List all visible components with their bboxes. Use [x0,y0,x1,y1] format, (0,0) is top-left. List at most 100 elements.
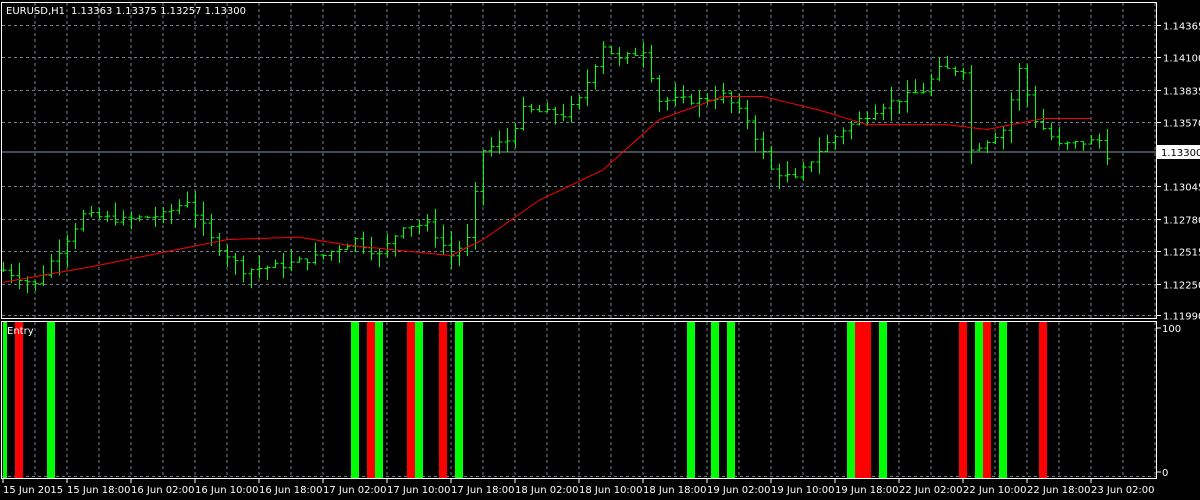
price-bar [872,104,879,120]
price-bar [352,237,359,253]
price-bars [0,41,1111,294]
price-bar [128,211,135,230]
price-bar [440,224,447,256]
price-bar [792,168,799,179]
price-bar [1032,85,1039,128]
price-bar [480,149,487,206]
price-bar [320,254,327,260]
price-bar [984,140,991,153]
time-tick-label: 23 Jun 02:00 [1091,485,1155,496]
price-bar [392,234,399,257]
price-bar [1008,92,1015,144]
time-tick-label: 22 Jun 02:00 [899,485,963,496]
price-bar [184,191,191,208]
price-bar [768,145,775,171]
price-bar [928,73,935,97]
price-bar [528,103,535,113]
price-bar [1016,63,1023,111]
time-tick-label: 16 Jun 18:00 [259,485,323,496]
price-bar [512,123,519,148]
signal-bar-buy [47,322,55,478]
price-bar [848,120,855,140]
signal-bar-sell [367,322,375,478]
price-bar [816,137,823,174]
price-bar [808,161,815,173]
signal-bar-buy [375,322,383,478]
price-tick-label: 1.14365 [1163,22,1200,33]
price-bar [1040,108,1047,131]
price-bar [952,66,959,77]
time-tick-label: 16 Jun 10:00 [195,485,259,496]
price-bar [176,199,183,215]
price-bar [840,127,847,145]
entry-signals [3,322,1047,478]
price-bar [408,225,415,237]
price-bar [168,203,175,225]
price-bar [496,130,503,155]
price-bar [776,163,783,190]
signal-bar-buy [455,322,463,478]
price-bar [424,214,431,232]
price-bar [896,100,903,115]
time-axis: 15 Jun 2015 15 Jun 18:00 16 Jun 02:00 16 Ju… [2,479,1155,496]
price-bar [880,103,887,120]
signal-bar-buy [879,322,887,478]
price-bar [368,236,375,261]
price-bar [968,65,975,164]
price-bar [536,105,543,113]
price-bar [832,134,839,150]
price-bar [472,182,479,250]
price-bar [784,160,791,183]
price-bar [960,67,967,81]
signal-bar-sell [1039,322,1047,478]
price-bar [416,219,423,235]
price-bar [1088,135,1095,145]
price-bar [1064,141,1071,151]
price-bar [32,280,39,291]
chart-window[interactable]: EURUSD,H1 1.13363 1.13375 1.13257 1.13300… [0,0,1200,500]
signal-bar-buy [687,322,695,478]
time-tick-label: 15 Jun 18:00 [67,485,131,496]
price-bar [640,42,647,68]
price-bar [328,250,335,261]
price-bar [824,134,831,153]
price-bar [192,191,199,228]
signal-bar-sell [855,322,863,478]
price-tick-label: 1.13570 [1163,119,1200,130]
signal-bar-buy [415,322,423,478]
price-bar [272,259,279,268]
price-bar [160,207,167,224]
price-bar [520,96,527,131]
price-bar [56,239,63,276]
signal-bar-sell [407,322,415,478]
price-bar [248,268,255,289]
price-bar [240,255,247,283]
price-bar [1096,133,1103,149]
price-bar [592,64,599,90]
time-tick-label: 17 Jun 18:00 [451,485,515,496]
time-tick-label: 18 Jun 18:00 [643,485,707,496]
price-bar [624,52,631,65]
price-bar [312,242,319,265]
signal-bar-buy [3,322,7,478]
price-bar [360,231,367,254]
price-bar [696,89,703,118]
chart-header: EURUSD,H1 1.13363 1.13375 1.13257 1.13300 [6,6,246,17]
price-bar [728,91,735,114]
price-bar [24,276,31,294]
price-tick-label: 1.13045 [1163,183,1200,194]
price-bar [104,210,111,222]
price-bar [1056,126,1063,147]
price-tick-label: 1.12515 [1163,248,1200,259]
price-bar [144,215,151,219]
price-bar [936,57,943,82]
price-bar [152,206,159,227]
price-bar [920,82,927,94]
price-bar [504,128,511,153]
price-bar [1048,122,1055,141]
price-bar [712,85,719,110]
price-bar [96,207,103,219]
time-tick-label: 22 Jun 18:00 [1027,485,1091,496]
indicator-name: Entry [7,326,34,337]
price-bar [688,93,695,106]
